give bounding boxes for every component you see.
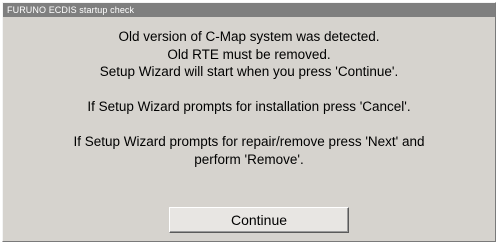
- dialog-message: Old version of C-Map system was detected…: [3, 28, 495, 168]
- continue-button[interactable]: Continue: [169, 207, 349, 233]
- dialog-title: FURUNO ECDIS startup check: [3, 3, 495, 17]
- message-line-wizard-start: Setup Wizard will start when you press '…: [99, 64, 399, 79]
- message-line-installation: If Setup Wizard prompts for installation…: [87, 99, 411, 114]
- message-line-repair-remove: If Setup Wizard prompts for repair/remov…: [73, 134, 425, 149]
- message-spacer: [3, 116, 495, 134]
- message-line-perform-remove: perform 'Remove'.: [194, 151, 304, 167]
- message-line-detected: Old version of C-Map system was detected…: [118, 29, 380, 44]
- message-spacer: [3, 81, 495, 99]
- message-line-remove-rte: Old RTE must be removed.: [167, 46, 331, 62]
- startup-check-dialog: FURUNO ECDIS startup check Old version o…: [2, 2, 496, 242]
